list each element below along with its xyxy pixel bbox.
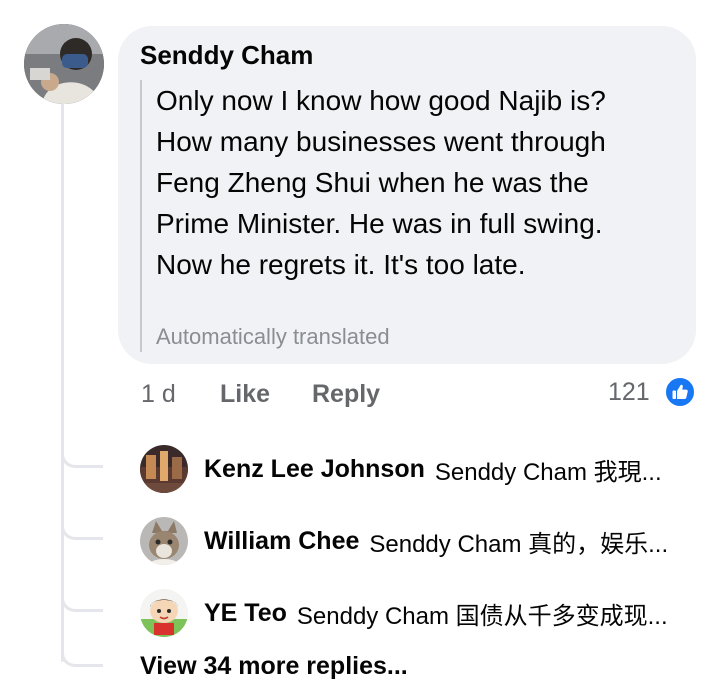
comment-timestamp[interactable]: 1 d bbox=[141, 380, 176, 409]
avatar[interactable] bbox=[140, 517, 188, 565]
reply-author[interactable]: YE Teo bbox=[204, 599, 287, 628]
avatar-photo bbox=[24, 24, 104, 104]
view-more-replies-link[interactable]: View 34 more replies... bbox=[140, 652, 408, 681]
reply-button[interactable]: Reply bbox=[312, 380, 380, 409]
reply-preview: Senddy Cham 我現... bbox=[434, 458, 662, 486]
avatar[interactable] bbox=[24, 24, 104, 104]
avatar[interactable] bbox=[140, 589, 188, 637]
translation-quote-bar bbox=[140, 80, 142, 352]
thread-branch bbox=[61, 446, 103, 468]
thread-branch bbox=[61, 645, 103, 667]
comment-author[interactable]: Senddy Cham bbox=[140, 40, 313, 71]
reply-item[interactable]: William Chee Senddy Cham 真的，娱乐... bbox=[140, 517, 668, 565]
thumbs-up-icon[interactable] bbox=[664, 376, 696, 408]
thread-branch bbox=[61, 590, 103, 612]
reply-author[interactable]: Kenz Lee Johnson bbox=[204, 455, 425, 484]
like-button[interactable]: Like bbox=[220, 380, 270, 409]
reaction-count[interactable]: 121 bbox=[608, 378, 650, 407]
avatar-photo bbox=[140, 589, 188, 637]
avatar-photo bbox=[140, 517, 188, 565]
reply-preview: Senddy Cham 真的，娱乐... bbox=[369, 530, 669, 558]
reply-item[interactable]: Kenz Lee Johnson Senddy Cham 我現... bbox=[140, 445, 662, 493]
comment-text: Only now I know how good Najib is? How m… bbox=[156, 85, 606, 280]
translation-note[interactable]: Automatically translated bbox=[156, 324, 390, 350]
reply-preview: Senddy Cham 国债从千多变成现... bbox=[296, 602, 668, 630]
thread-line bbox=[61, 102, 64, 662]
avatar[interactable] bbox=[140, 445, 188, 493]
reply-item[interactable]: YE Teo Senddy Cham 国债从千多变成现... bbox=[140, 589, 668, 637]
avatar-photo bbox=[140, 445, 188, 493]
thread-branch bbox=[61, 518, 103, 540]
reply-author[interactable]: William Chee bbox=[204, 527, 359, 556]
